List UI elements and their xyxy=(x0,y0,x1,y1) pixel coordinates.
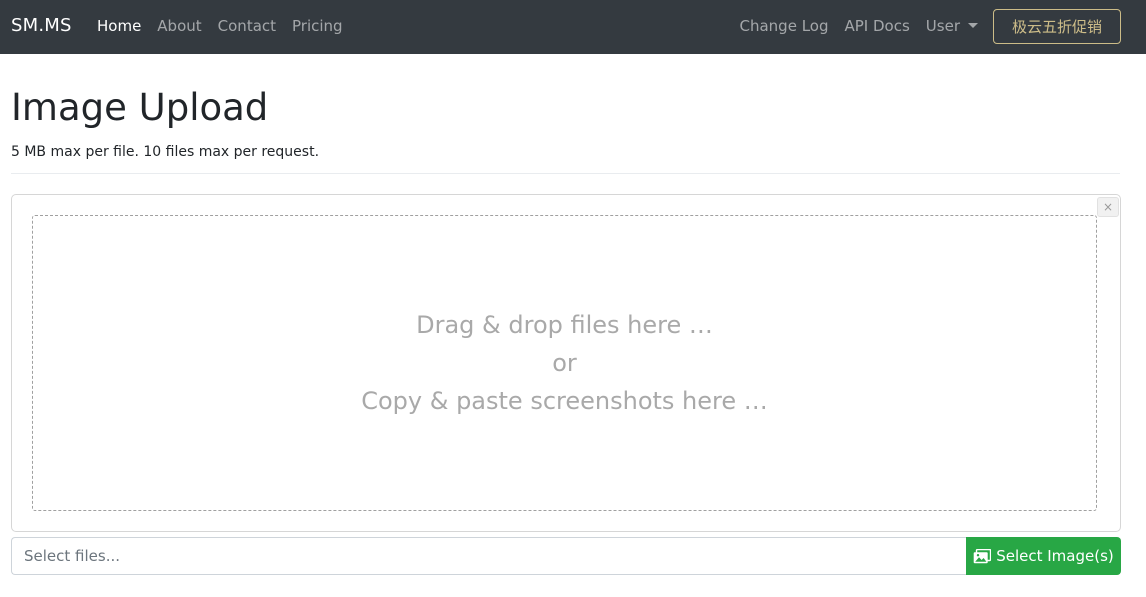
page-subtitle: 5 MB max per file. 10 files max per requ… xyxy=(11,144,320,160)
nav-right-group: Change Log API Docs User xyxy=(740,17,978,35)
select-images-button[interactable]: Select Image(s) xyxy=(966,537,1121,575)
top-navbar: SM.MS Home About Contact Pricing Change … xyxy=(0,0,1146,54)
page-title: Image Upload xyxy=(11,86,269,129)
file-caption-input[interactable] xyxy=(11,537,966,575)
images-icon xyxy=(973,548,992,563)
nav-contact-link[interactable]: Contact xyxy=(218,17,276,35)
user-menu-dropdown[interactable]: User xyxy=(926,17,978,35)
nav-changelog-link[interactable]: Change Log xyxy=(740,17,829,35)
caret-down-icon xyxy=(968,23,978,28)
drop-zone-line-or: or xyxy=(552,349,577,377)
promo-button[interactable]: 极云五折促销 xyxy=(993,9,1121,44)
brand-logo[interactable]: SM.MS xyxy=(11,15,72,36)
nav-left-group: Home About Contact Pricing xyxy=(97,17,343,35)
file-select-row: Select Image(s) xyxy=(11,537,1121,575)
nav-about-link[interactable]: About xyxy=(157,17,201,35)
nav-pricing-link[interactable]: Pricing xyxy=(292,17,343,35)
drop-zone[interactable]: Drag & drop files here … or Copy & paste… xyxy=(32,215,1097,511)
nav-home-link[interactable]: Home xyxy=(97,17,141,35)
drop-zone-line-paste: Copy & paste screenshots here … xyxy=(361,387,768,415)
select-images-label: Select Image(s) xyxy=(996,547,1114,565)
user-menu-label: User xyxy=(925,17,960,35)
drop-zone-line-drag: Drag & drop files here … xyxy=(416,311,713,339)
divider xyxy=(11,173,1120,174)
close-icon[interactable]: × xyxy=(1097,197,1119,217)
nav-api-docs-link[interactable]: API Docs xyxy=(845,17,910,35)
